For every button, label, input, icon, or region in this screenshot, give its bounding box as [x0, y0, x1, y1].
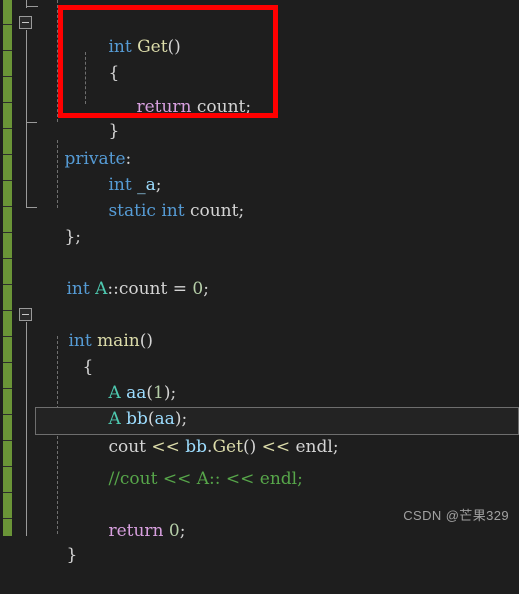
code-line[interactable]: A bb(aa);	[76, 380, 187, 429]
code-line-current[interactable]: cout << bb.Get() << endl;	[76, 408, 338, 457]
code-line[interactable]: private:	[32, 120, 131, 169]
code-line[interactable]: static int count;	[76, 172, 244, 221]
token-function: main	[97, 331, 140, 351]
token-keyword: static	[108, 201, 156, 221]
token-identifier: count	[196, 97, 246, 117]
code-line[interactable]: int Get()	[76, 8, 180, 57]
token-punctuation: }	[66, 545, 78, 565]
watermark-text: CSDN @芒果329	[403, 508, 509, 523]
token-number: 0	[192, 279, 204, 299]
token-punctuation: ;	[203, 279, 209, 299]
token-comment: //cout << A:: << endl;	[108, 469, 303, 489]
token-number: 0	[168, 521, 180, 541]
token-identifier: count	[189, 201, 239, 221]
code-text-layer[interactable]: int Get() { return count; } private: int…	[0, 0, 519, 565]
token-function: Get	[137, 37, 168, 57]
token-punctuation: ;	[238, 201, 245, 221]
token-keyword: int	[161, 201, 185, 221]
token-class: A	[95, 279, 108, 299]
code-line-comment[interactable]: //cout << A:: << endl;	[76, 440, 302, 489]
token-keyword: int	[66, 279, 90, 299]
token-punctuation: ;	[332, 437, 339, 457]
code-line[interactable]: int _a;	[76, 146, 161, 195]
token-identifier: count	[118, 279, 168, 299]
code-line[interactable]: A aa(1);	[76, 354, 176, 403]
code-line[interactable]: int A::count = 0;	[34, 250, 209, 299]
code-line[interactable]: {	[76, 34, 119, 83]
token-punctuation: ;	[179, 521, 186, 541]
code-line[interactable]: return count;	[104, 68, 251, 117]
code-line[interactable]: }	[34, 516, 77, 565]
token-punctuation: ()	[139, 331, 153, 351]
code-line[interactable]: }	[76, 92, 119, 141]
token-control-keyword: return	[136, 97, 192, 117]
code-line[interactable]: };	[32, 198, 81, 247]
code-line[interactable]: return 0;	[76, 492, 185, 541]
code-editor[interactable]: int Get() { return count; } private: int…	[0, 0, 519, 565]
token-scope-operator: ::	[107, 279, 119, 299]
token-punctuation: };	[64, 227, 81, 247]
token-punctuation: ;	[245, 97, 252, 117]
code-line[interactable]: {	[50, 328, 93, 377]
token-punctuation: ()	[167, 37, 181, 57]
code-line[interactable]: int main()	[36, 302, 153, 351]
token-assign-operator: =	[167, 279, 193, 299]
token-control-keyword: return	[108, 521, 164, 541]
